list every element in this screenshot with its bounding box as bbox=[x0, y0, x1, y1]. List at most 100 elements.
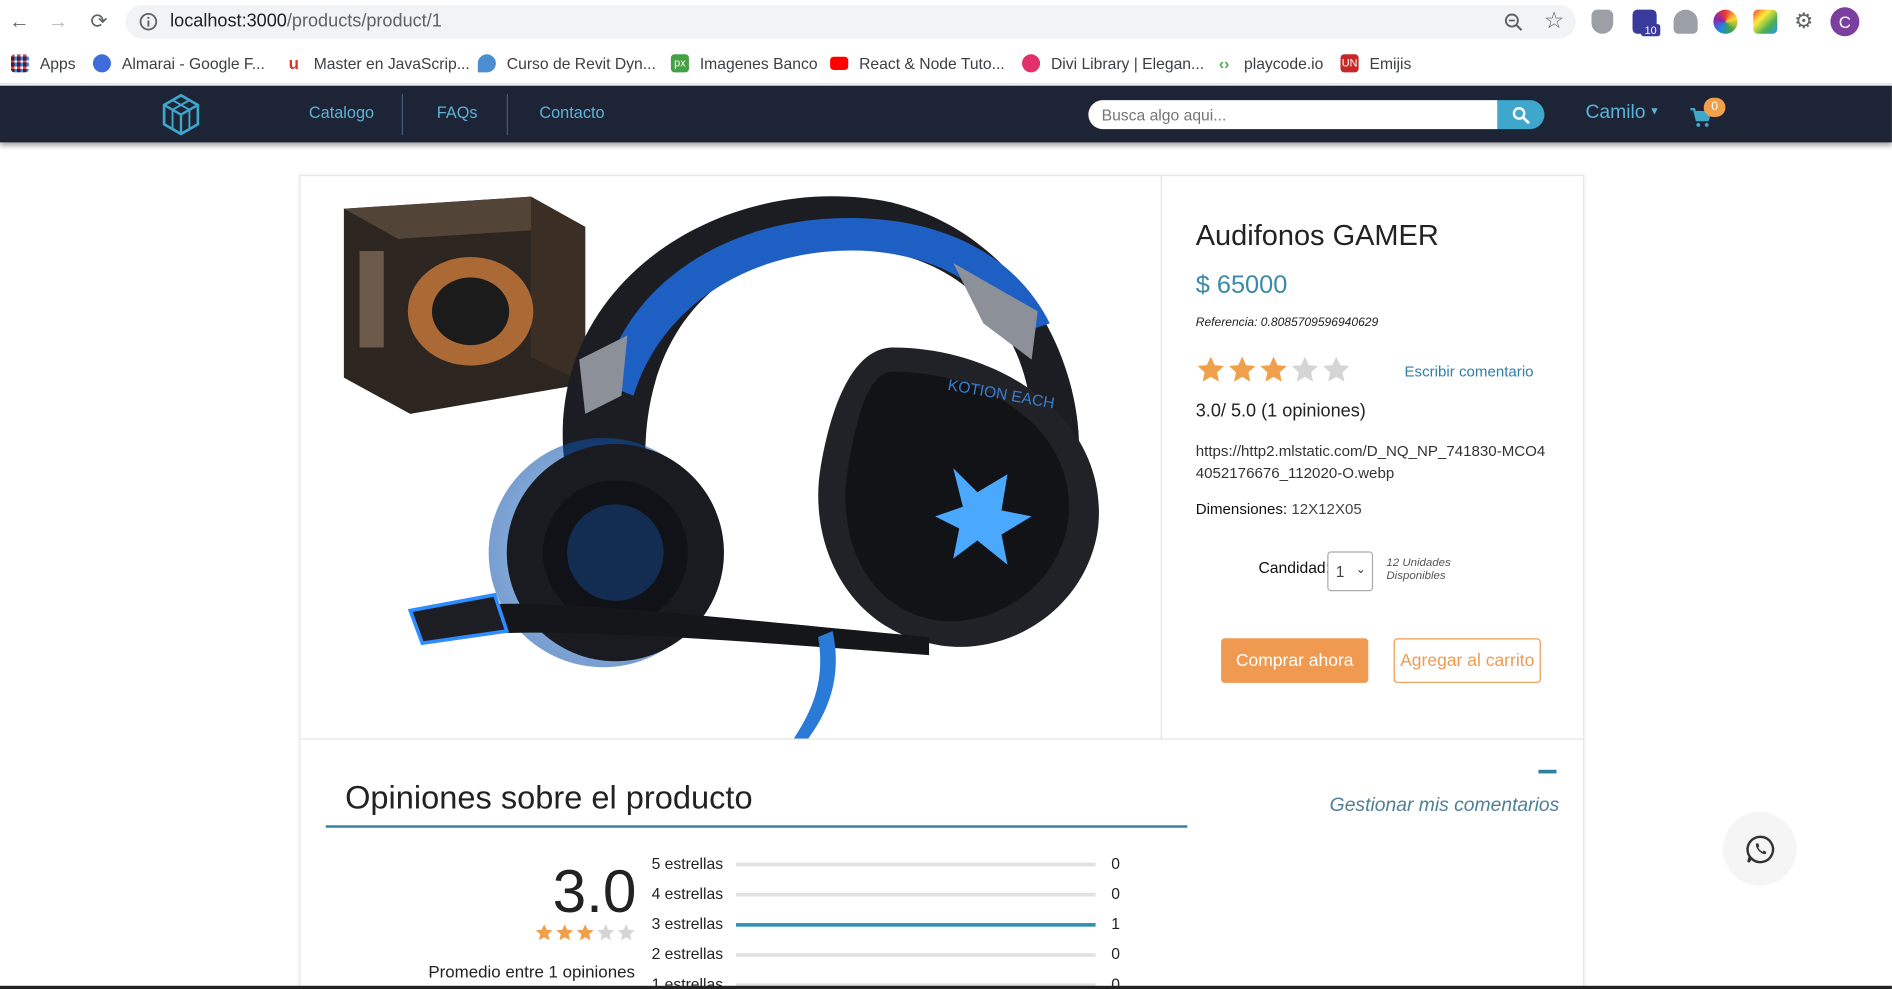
puzzle-extensions-icon[interactable]: ⚙ bbox=[1791, 7, 1818, 34]
nav-separator bbox=[401, 94, 404, 136]
dimensions-label: Dimensiones: bbox=[1195, 500, 1288, 518]
star-empty-icon[interactable] bbox=[1321, 355, 1351, 391]
rating-bar-label: 2 estrellas bbox=[651, 944, 724, 963]
google-fonts-icon bbox=[92, 53, 112, 72]
cloud-extension-icon[interactable] bbox=[1673, 9, 1698, 34]
bookmark-label: playcode.io bbox=[1244, 53, 1324, 72]
color-wheel-extension-icon[interactable] bbox=[1713, 9, 1738, 34]
rating-bar-track bbox=[736, 862, 1096, 867]
udemy-icon: u bbox=[284, 53, 303, 72]
apps-grid-icon bbox=[10, 53, 29, 72]
whatsapp-button[interactable] bbox=[1723, 812, 1797, 886]
stock-line-1: 12 Unidades bbox=[1386, 556, 1451, 570]
color-picker-extension-icon[interactable] bbox=[1753, 9, 1778, 34]
add-to-cart-button[interactable]: Agregar al carrito bbox=[1393, 638, 1541, 683]
dimensions-value: 12X12X05 bbox=[1291, 500, 1362, 518]
un-icon: UN bbox=[1340, 53, 1359, 72]
nav-catalogo[interactable]: Catalogo bbox=[309, 104, 374, 122]
search-input[interactable] bbox=[1088, 100, 1498, 130]
bookmark-label: Curso de Revit Dyn... bbox=[506, 53, 656, 72]
youtube-icon bbox=[830, 56, 849, 70]
user-menu[interactable]: Camilo ▼ bbox=[1585, 103, 1659, 125]
bookmark-label: Almarai - Google F... bbox=[121, 53, 265, 72]
forward-icon[interactable]: → bbox=[45, 8, 72, 35]
product-rating-stars bbox=[1196, 355, 1352, 391]
average-rating-stars bbox=[535, 923, 636, 948]
quantity-select[interactable]: 1 ⌄ bbox=[1327, 551, 1374, 592]
shield-extension-icon[interactable] bbox=[1591, 9, 1614, 34]
site-info-icon[interactable] bbox=[139, 12, 158, 31]
bookmark-label: Apps bbox=[39, 53, 76, 72]
product-price: $ 65000 bbox=[1195, 271, 1288, 300]
write-comment-link[interactable]: Escribir comentario bbox=[1404, 363, 1533, 380]
bookmark-almarai[interactable]: Almarai - Google F... bbox=[92, 52, 265, 74]
user-name: Camilo bbox=[1585, 102, 1646, 124]
playcode-icon: ‹› bbox=[1215, 53, 1234, 72]
card-divider-horizontal bbox=[300, 738, 1584, 740]
quantity-value: 1 bbox=[1335, 562, 1345, 581]
stock-available: 12 Unidades Disponibles bbox=[1386, 556, 1450, 583]
profile-avatar[interactable]: C bbox=[1830, 7, 1860, 37]
manage-comments-link[interactable]: Gestionar mis comentarios bbox=[1330, 795, 1560, 817]
bookmark-star-icon[interactable]: ☆ bbox=[1541, 7, 1568, 34]
card-divider-vertical bbox=[1160, 176, 1162, 739]
rating-bar-label: 4 estrellas bbox=[651, 884, 724, 903]
rating-summary: 3.0/ 5.0 (1 opiniones) bbox=[1195, 400, 1366, 422]
bookmark-apps[interactable]: Apps bbox=[10, 52, 76, 74]
url-path: /products/product/1 bbox=[286, 10, 442, 32]
caret-down-icon: ▼ bbox=[1649, 104, 1660, 118]
product-image: KOTION EACH bbox=[343, 196, 1099, 739]
product-reference: Referencia: 0.8085709596940629 bbox=[1195, 316, 1379, 330]
rating-bar-track bbox=[736, 953, 1096, 957]
reviews-title-underline bbox=[325, 825, 1188, 828]
bookmark-imagenes[interactable]: px Imagenes Banco bbox=[670, 52, 818, 74]
bookmark-label: Imagenes Banco bbox=[699, 53, 818, 72]
back-icon[interactable]: ← bbox=[6, 8, 33, 35]
rating-bar-count: 0 bbox=[1111, 884, 1121, 903]
stock-line-2: Disponibles bbox=[1386, 569, 1446, 583]
product-image-url: https://http2.mlstatic.com/D_NQ_NP_74183… bbox=[1195, 442, 1546, 482]
url-text[interactable]: localhost:3000/products/product/1 bbox=[170, 11, 442, 32]
rating-bar-fill bbox=[736, 923, 1096, 927]
whatsapp-icon bbox=[1745, 834, 1774, 863]
star-empty-icon[interactable] bbox=[1290, 355, 1320, 391]
divi-icon bbox=[1021, 53, 1041, 72]
reload-icon[interactable]: ⟳ bbox=[86, 8, 113, 35]
rating-bar-label: 5 estrellas bbox=[651, 854, 724, 873]
pexels-icon: px bbox=[670, 53, 689, 72]
star-filled-icon bbox=[576, 923, 595, 948]
nav-contacto[interactable]: Contacto bbox=[539, 104, 604, 122]
rating-bar-count: 0 bbox=[1111, 944, 1121, 963]
bookmark-label: Master en JavaScrip... bbox=[313, 53, 470, 72]
dynamo-icon bbox=[477, 53, 496, 72]
extension-badge: 10 bbox=[1640, 24, 1661, 37]
star-filled-icon bbox=[555, 923, 574, 948]
bookmark-divi[interactable]: Divi Library | Elegan... bbox=[1021, 52, 1205, 74]
star-filled-icon[interactable] bbox=[1227, 355, 1257, 391]
bookmark-emijis[interactable]: UN Emijis bbox=[1340, 52, 1412, 74]
average-rating-text: Promedio entre 1 opiniones bbox=[428, 961, 635, 981]
buy-now-button[interactable]: Comprar ahora bbox=[1221, 638, 1369, 683]
search-button[interactable] bbox=[1497, 100, 1545, 130]
cube-logo-icon[interactable] bbox=[160, 93, 201, 136]
star-filled-icon[interactable] bbox=[1258, 355, 1288, 391]
star-filled-icon[interactable] bbox=[1196, 355, 1226, 391]
bookmark-label: Emijis bbox=[1369, 53, 1412, 72]
zoom-icon[interactable] bbox=[1503, 12, 1524, 33]
star-empty-icon bbox=[596, 923, 615, 948]
nav-faqs[interactable]: FAQs bbox=[437, 104, 478, 122]
bookmark-javascript[interactable]: u Master en JavaScrip... bbox=[284, 52, 470, 74]
cart-count-badge: 0 bbox=[1703, 97, 1726, 118]
bookmark-playcode[interactable]: ‹› playcode.io bbox=[1215, 52, 1323, 74]
star-empty-icon bbox=[617, 923, 636, 948]
bookmark-label: Divi Library | Elegan... bbox=[1050, 53, 1205, 72]
bookmark-react-node[interactable]: React & Node Tuto... bbox=[830, 52, 1005, 74]
star-filled-icon bbox=[535, 923, 554, 948]
collapse-minus-icon[interactable] bbox=[1538, 769, 1557, 774]
bookmark-revit[interactable]: Curso de Revit Dyn... bbox=[477, 52, 656, 74]
quantity-label: Candidad: bbox=[1258, 558, 1331, 577]
rating-bar-count: 0 bbox=[1111, 854, 1121, 873]
chevron-down-icon: ⌄ bbox=[1355, 563, 1366, 577]
search-icon bbox=[1512, 106, 1530, 124]
average-rating: 3.0 bbox=[552, 857, 637, 926]
